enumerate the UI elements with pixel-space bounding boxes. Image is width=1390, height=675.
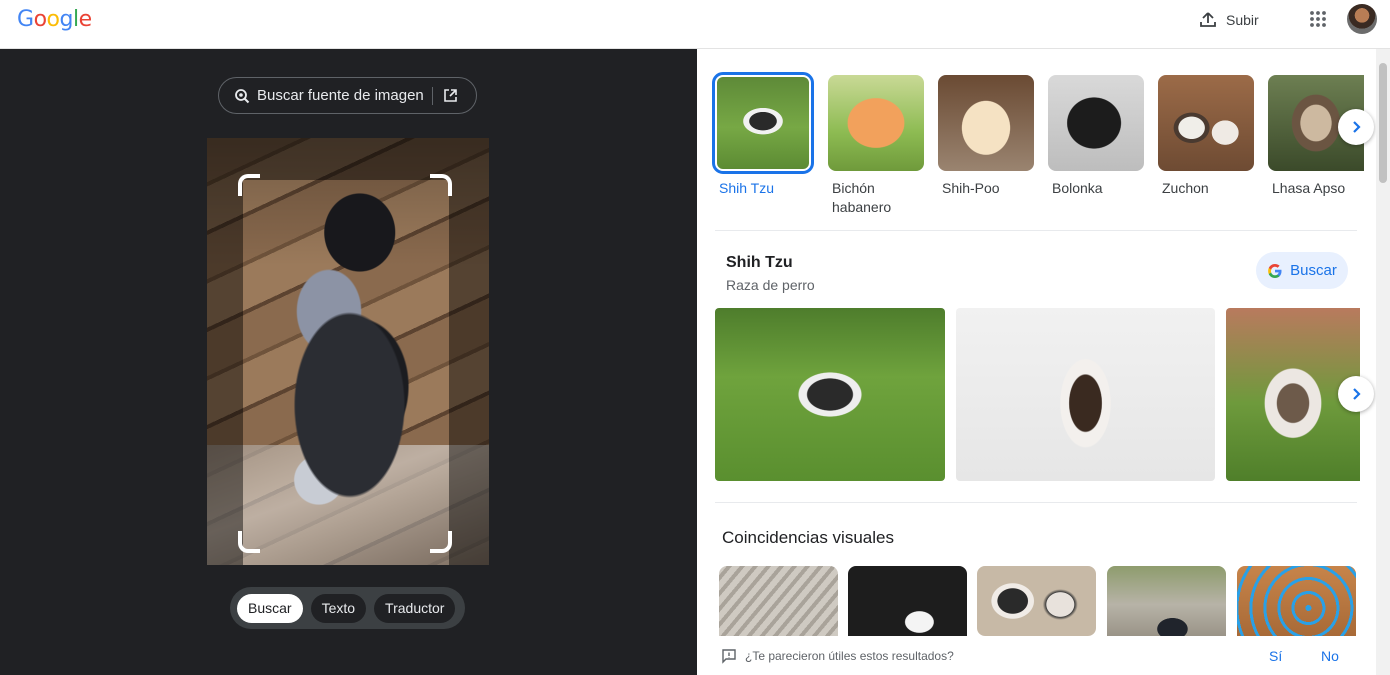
breed-chip-bichon-habanero[interactable]: Bichón habanero	[828, 75, 924, 217]
search-entity-button[interactable]: Buscar	[1256, 252, 1348, 289]
logo-letter: g	[59, 7, 74, 32]
logo-letter: e	[78, 7, 93, 32]
image-preview-pane: Buscar fuente de imagen Buscar Texto Tra…	[0, 49, 697, 675]
search-entity-label: Buscar	[1290, 262, 1337, 279]
avatar[interactable]	[1347, 4, 1377, 34]
breed-chip-bolonka[interactable]: Bolonka	[1048, 75, 1144, 198]
upload-icon	[1200, 12, 1216, 27]
result-image[interactable]	[715, 308, 945, 481]
visual-match-image[interactable]	[977, 566, 1096, 636]
feedback-bar: ¿Te parecieron útiles estos resultados? …	[697, 637, 1376, 675]
breed-chip-zuchon[interactable]: Zuchon	[1158, 75, 1254, 198]
crop-handle-bottom-left[interactable]	[238, 531, 260, 553]
result-image[interactable]	[956, 308, 1215, 481]
images-next-button[interactable]	[1338, 376, 1374, 412]
crop-handle-top-left[interactable]	[238, 174, 260, 196]
top-bar: Google Subir	[0, 0, 1390, 49]
divider	[431, 86, 433, 105]
feedback-no-button[interactable]: No	[1321, 648, 1339, 664]
breed-thumbnail	[712, 72, 814, 174]
query-image[interactable]	[207, 138, 489, 565]
chevron-right-icon	[1353, 121, 1361, 133]
upload-label: Subir	[1226, 12, 1259, 28]
breed-chip-shih-poo[interactable]: Shih-Poo	[938, 75, 1034, 198]
breed-name: Lhasa Apso	[1272, 180, 1346, 196]
breed-chip-shih-tzu[interactable]: Shih Tzu	[712, 72, 814, 198]
logo-letter: o	[46, 7, 60, 32]
visual-matches-title: Coincidencias visuales	[722, 528, 894, 547]
chevron-right-icon	[1353, 388, 1361, 400]
google-logo[interactable]: Google	[17, 7, 92, 32]
visual-match-image[interactable]	[719, 566, 838, 636]
logo-letter: o	[33, 7, 47, 32]
find-image-source-button[interactable]: Buscar fuente de imagen	[218, 77, 477, 114]
results-pane: Shih Tzu Bichón habanero Shih-Poo Bolonk…	[697, 49, 1390, 675]
open-external-icon	[443, 89, 457, 102]
apps-grid-icon[interactable]	[1308, 9, 1328, 29]
lens-search-icon	[235, 88, 250, 103]
divider	[715, 230, 1357, 231]
divider	[715, 502, 1357, 503]
mode-search-button[interactable]: Buscar	[237, 593, 303, 623]
scrollbar[interactable]	[1376, 49, 1390, 675]
feedback-icon	[722, 649, 736, 664]
breed-name: Shih-Poo	[942, 180, 1000, 196]
breed-name: Zuchon	[1162, 180, 1209, 196]
feedback-question: ¿Te parecieron útiles estos resultados?	[745, 649, 954, 663]
feedback-yes-button[interactable]: Sí	[1269, 648, 1282, 664]
breed-name: Bichón habanero	[832, 180, 892, 215]
dog-photo	[247, 180, 452, 555]
crop-handle-top-right[interactable]	[430, 174, 452, 196]
upload-button[interactable]: Subir	[1198, 9, 1259, 31]
google-g-icon	[1268, 263, 1282, 278]
find-image-source-label: Buscar fuente de imagen	[257, 87, 424, 104]
breed-thumbnail	[828, 75, 924, 171]
mode-selector: Buscar Texto Traductor	[230, 587, 465, 629]
visual-match-image[interactable]	[1107, 566, 1226, 636]
entity-title: Shih Tzu	[726, 254, 793, 271]
visual-match-image[interactable]	[848, 566, 967, 636]
crop-handle-bottom-right[interactable]	[430, 531, 452, 553]
mode-text-button[interactable]: Texto	[310, 593, 367, 623]
breed-thumbnail	[1158, 75, 1254, 171]
breed-thumbnail	[938, 75, 1034, 171]
breed-name: Shih Tzu	[719, 180, 774, 196]
entity-subtitle: Raza de perro	[726, 277, 815, 293]
breed-thumbnail	[1048, 75, 1144, 171]
mode-translate-button[interactable]: Traductor	[374, 593, 456, 623]
breeds-next-button[interactable]	[1338, 109, 1374, 145]
visual-match-image[interactable]	[1237, 566, 1356, 636]
logo-letter: G	[17, 7, 34, 32]
scrollbar-thumb[interactable]	[1379, 63, 1387, 183]
breed-name: Bolonka	[1052, 180, 1103, 196]
